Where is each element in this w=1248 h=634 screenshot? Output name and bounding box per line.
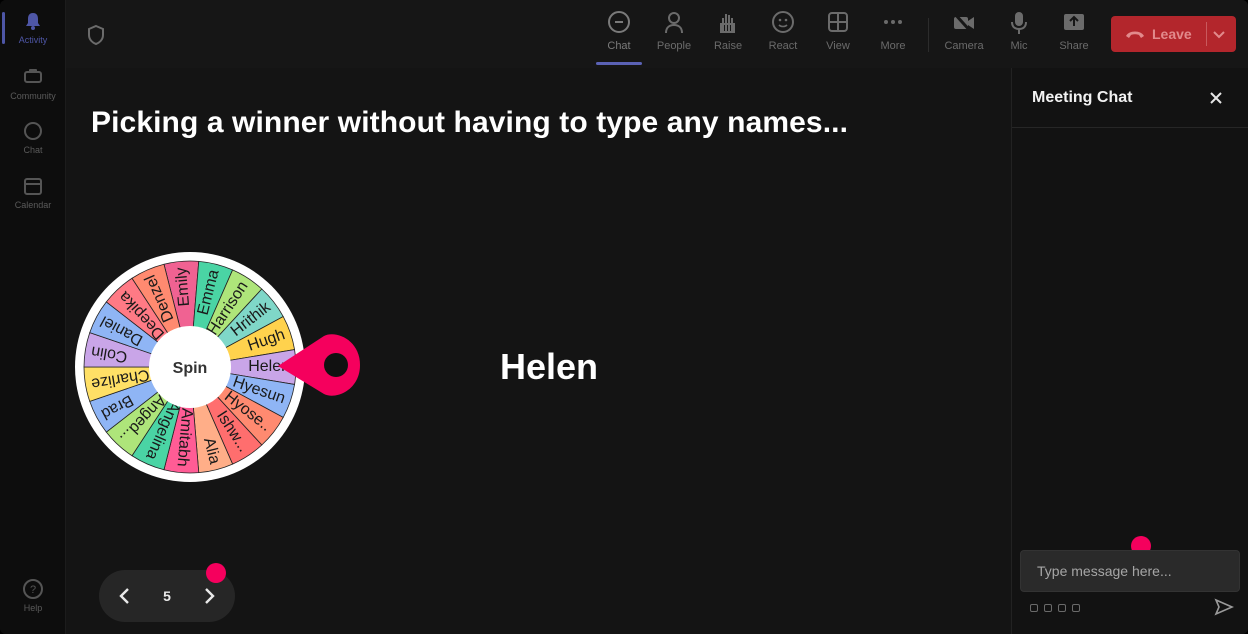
toolbar-button-label: React [768, 40, 798, 52]
toolbar-chat-button[interactable]: Chat [594, 10, 644, 52]
rail-item-activity[interactable]: Activity [0, 10, 66, 45]
camera-off-icon [952, 11, 974, 35]
toolbar-button-label: Mic [1010, 40, 1028, 52]
shield-icon[interactable] [86, 24, 106, 46]
toolbar-more-button[interactable]: More [868, 10, 918, 52]
toolbar-button-label: People [656, 40, 692, 52]
people-icon [665, 12, 683, 34]
smiley-icon [772, 11, 794, 33]
raise-hand-icon [720, 14, 735, 33]
toolbar-button-label: Camera [944, 40, 984, 52]
calendar-icon [24, 178, 42, 195]
rail-item-label: Chat [23, 145, 43, 155]
format-icon[interactable] [1030, 604, 1038, 612]
chat-message-input[interactable] [1020, 550, 1240, 592]
chat-header: Meeting Chat [1012, 68, 1248, 128]
rail-item-community[interactable]: Community [0, 66, 66, 101]
wheel-pointer-hole [324, 353, 348, 377]
leave-button[interactable]: Leave [1111, 16, 1236, 52]
chat-format-toolbar [1030, 602, 1080, 614]
meeting-window: Activity Community Chat Calendar ? Help … [0, 0, 1248, 634]
mic-icon [1011, 12, 1027, 34]
chevron-right-icon[interactable] [199, 586, 219, 606]
toolbar-button-label: Raise [713, 40, 743, 52]
chat-title: Meeting Chat [1032, 89, 1133, 106]
bell-icon [26, 13, 40, 30]
chevron-down-icon[interactable] [1212, 27, 1226, 41]
grid-icon [828, 12, 848, 32]
slide-title: Picking a winner without having to type … [91, 106, 849, 139]
active-indicator [2, 12, 5, 44]
chat-tab-indicator [596, 62, 642, 65]
rail-item-help[interactable]: ? Help [0, 578, 66, 613]
chat-bubble-icon [608, 11, 630, 33]
toolbar-react-button[interactable]: React [758, 10, 808, 52]
share-icon [1064, 14, 1084, 30]
rail-item-calendar[interactable]: Calendar [0, 175, 66, 210]
rail-item-label: Community [10, 91, 56, 101]
attach-icon[interactable] [1044, 604, 1052, 612]
send-icon[interactable] [1214, 598, 1234, 616]
toolbar-people-button[interactable]: People [649, 10, 699, 52]
toolbar-button-label: View [826, 40, 850, 52]
close-icon[interactable] [1208, 90, 1224, 106]
rail-item-label: Activity [18, 35, 48, 45]
toolbar-view-button[interactable]: View [813, 10, 863, 52]
community-icon [24, 69, 42, 83]
help-icon: ? [23, 579, 43, 599]
more-icon [884, 20, 902, 24]
page-number: 5 [163, 588, 171, 604]
emoji-icon[interactable] [1058, 604, 1066, 612]
leave-label: Leave [1152, 26, 1192, 42]
app-rail: Activity Community Chat Calendar ? Help [0, 0, 66, 634]
rail-item-label: Help [23, 603, 43, 613]
shared-content-stage: Picking a winner without having to type … [66, 68, 1011, 634]
rail-item-chat[interactable]: Chat [0, 120, 66, 155]
winner-name: Helen [500, 346, 599, 387]
toolbar-raise-button[interactable]: Raise [703, 10, 753, 52]
toolbar-share-button[interactable]: Share [1049, 10, 1099, 52]
chat-icon [24, 122, 42, 140]
meeting-toolbar: Chat People Raise React View More Camera [66, 0, 1248, 68]
gif-icon[interactable] [1072, 604, 1080, 612]
toolbar-divider [928, 18, 929, 52]
toolbar-camera-button[interactable]: Camera [939, 10, 989, 52]
toolbar-button-label: More [880, 40, 906, 52]
rail-item-label: Calendar [14, 200, 52, 210]
toolbar-mic-button[interactable]: Mic [994, 10, 1044, 52]
toolbar-button-label: Chat [607, 40, 631, 52]
hang-up-icon [1126, 31, 1144, 38]
spin-button-label[interactable]: Spin [173, 360, 208, 377]
svg-text:?: ? [30, 584, 36, 596]
wheel-segment-label: Emily [173, 267, 193, 307]
chevron-left-icon[interactable] [115, 586, 135, 606]
spinner-wheel[interactable]: Emily Emma Harrison Hrithik Hugh Helen Hyesun H… [74, 248, 374, 488]
spinner-wheel-graphic: Emily EmmaHarrisonHrithikHughHelenHyesunH… [75, 252, 360, 482]
cursor-marker-dot [206, 563, 226, 583]
meeting-chat-panel: Meeting Chat [1011, 68, 1248, 634]
leave-divider [1206, 22, 1207, 46]
toolbar-button-label: Share [1059, 40, 1089, 52]
